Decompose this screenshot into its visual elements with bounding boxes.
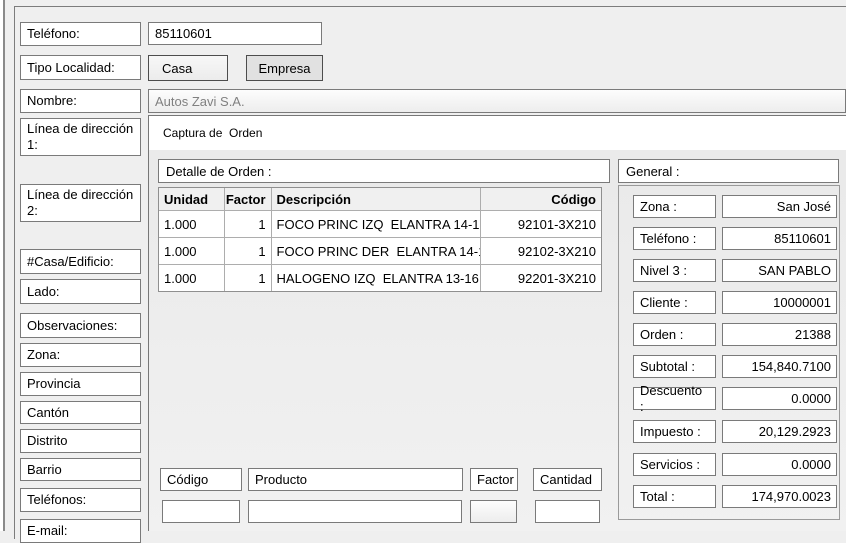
general-cliente-value: 10000001 — [722, 291, 837, 314]
col-header-codigo: Código — [480, 188, 601, 210]
general-telefono-label: Teléfono : — [633, 227, 716, 250]
nombre-label: Nombre: — [20, 89, 141, 113]
window-edge-line — [3, 0, 5, 531]
cell-descripcion: FOCO PRINC IZQ ELANTRA 14-16 ( — [271, 211, 480, 237]
general-descuento-value: 0.0000 — [722, 387, 837, 410]
general-cliente-label: Cliente : — [633, 291, 716, 314]
casa-edificio-label: #Casa/Edificio: — [20, 249, 141, 274]
barrio-label: Barrio — [20, 458, 141, 481]
zona-label: Zona: — [20, 343, 141, 367]
codigo-entry-label: Código — [160, 468, 242, 491]
lado-label: Lado: — [20, 279, 141, 304]
email-label: E-mail: — [20, 519, 141, 543]
nombre-input — [148, 89, 846, 113]
linea-direccion2-label: Línea de dirección 2: — [20, 184, 141, 222]
cell-unidad: 1.000 — [159, 211, 224, 237]
table-header-row: Unidad Factor Descripción Código — [159, 188, 601, 210]
general-orden-label: Orden : — [633, 323, 716, 346]
table-row[interactable]: 1.000 1 FOCO PRINC IZQ ELANTRA 14-16 ( 9… — [159, 210, 601, 237]
col-header-descripcion: Descripción — [271, 188, 480, 210]
cell-codigo: 92201-3X210 — [480, 265, 601, 291]
col-header-unidad: Unidad — [159, 188, 224, 210]
distrito-label: Distrito — [20, 429, 141, 453]
cell-descripcion: HALOGENO IZQ ELANTRA 13-16 — [271, 265, 480, 291]
general-subtotal-label: Subtotal : — [633, 355, 716, 378]
general-nivel3-label: Nivel 3 : — [633, 259, 716, 282]
telefono-label: Teléfono: — [20, 22, 141, 46]
cantidad-entry-label: Cantidad — [533, 468, 602, 491]
general-header: General : — [618, 159, 839, 183]
panel-title: Captura de Orden — [149, 116, 846, 150]
producto-entry-label: Producto — [248, 468, 463, 491]
cell-factor: 1 — [224, 265, 271, 291]
cell-unidad: 1.000 — [159, 265, 224, 291]
cell-factor: 1 — [224, 238, 271, 264]
general-total-value: 174,970.0023 — [722, 485, 837, 508]
detalle-orden-header: Detalle de Orden : — [158, 159, 610, 183]
table-row[interactable]: 1.000 1 FOCO PRINC DER ELANTRA 14-16 ( 9… — [159, 237, 601, 264]
table-row[interactable]: 1.000 1 HALOGENO IZQ ELANTRA 13-16 92201… — [159, 264, 601, 291]
cell-unidad: 1.000 — [159, 238, 224, 264]
general-orden-value: 21388 — [722, 323, 837, 346]
provincia-label: Provincia — [20, 372, 141, 396]
tipo-localidad-label: Tipo Localidad: — [20, 55, 141, 80]
telefono-input[interactable] — [148, 22, 322, 45]
general-total-label: Total : — [633, 485, 716, 508]
detalle-orden-table: Unidad Factor Descripción Código 1.000 1… — [158, 187, 602, 292]
cell-factor: 1 — [224, 211, 271, 237]
producto-input[interactable] — [248, 500, 462, 523]
linea-direccion1-label: Línea de dirección 1: — [20, 118, 141, 156]
general-descuento-label: Descuento : — [633, 387, 716, 410]
general-telefono-value: 85110601 — [722, 227, 837, 250]
casa-button[interactable]: Casa — [148, 55, 228, 81]
general-servicios-value: 0.0000 — [722, 453, 837, 476]
cell-codigo: 92101-3X210 — [480, 211, 601, 237]
canton-label: Cantón — [20, 401, 141, 424]
general-servicios-label: Servicios : — [633, 453, 716, 476]
general-impuesto-value: 20,129.2923 — [722, 420, 837, 443]
cantidad-input[interactable] — [535, 500, 600, 523]
general-impuesto-label: Impuesto : — [633, 420, 716, 443]
general-zona-value: San José — [722, 195, 837, 218]
factor-input — [470, 500, 517, 523]
general-subtotal-value: 154,840.7100 — [722, 355, 837, 378]
cell-codigo: 92102-3X210 — [480, 238, 601, 264]
general-nivel3-value: SAN PABLO — [722, 259, 837, 282]
general-zona-label: Zona : — [633, 195, 716, 218]
empresa-button[interactable]: Empresa — [246, 55, 323, 81]
factor-entry-label: Factor — [470, 468, 518, 491]
codigo-input[interactable] — [162, 500, 240, 523]
col-header-factor: Factor — [224, 188, 271, 210]
observaciones-label: Observaciones: — [20, 313, 141, 338]
telefonos-label: Teléfonos: — [20, 488, 141, 512]
cell-descripcion: FOCO PRINC DER ELANTRA 14-16 ( — [271, 238, 480, 264]
